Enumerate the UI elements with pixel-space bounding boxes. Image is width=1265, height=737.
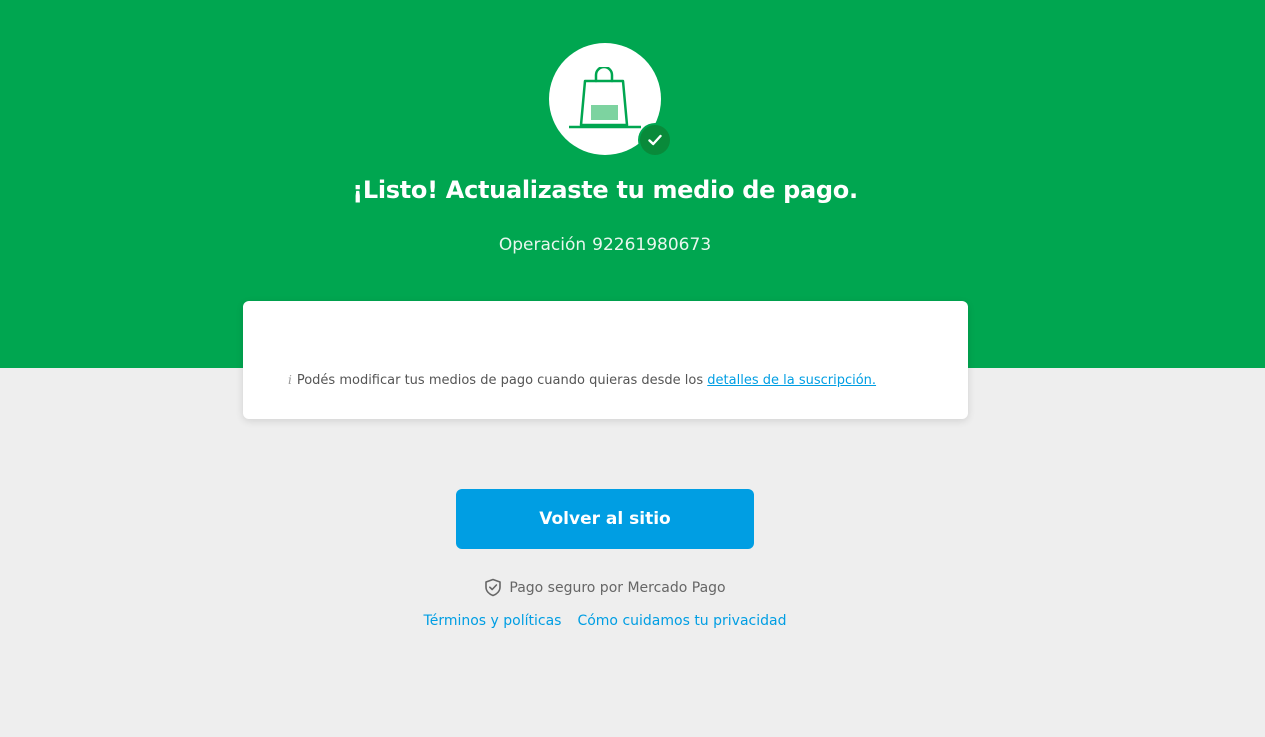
- terms-link[interactable]: Términos y políticas: [424, 613, 562, 629]
- secure-payment-note: Pago seguro por Mercado Pago: [0, 578, 1210, 597]
- success-badge: [638, 123, 672, 157]
- info-card: i Podés modificar tus medios de pago cuan…: [243, 301, 968, 419]
- operation-label: Operación: [498, 235, 587, 255]
- shopping-bag-icon: [569, 67, 641, 129]
- info-text: Podés modificar tus medios de pago cuand…: [296, 373, 708, 388]
- back-to-site-button[interactable]: Volver al sitio: [456, 489, 754, 549]
- operation-number: Operación 92261980673: [0, 235, 1210, 255]
- page: ¡Listo! Actualizaste tu medio de pago. O…: [0, 0, 1265, 737]
- info-icon: i: [288, 373, 292, 387]
- privacy-link[interactable]: Cómo cuidamos tu privacidad: [577, 613, 786, 629]
- footer-links: Términos y políticas Cómo cuidamos tu pr…: [0, 613, 1210, 629]
- check-icon: [648, 134, 662, 146]
- shield-check-icon: [485, 578, 502, 597]
- page-title: ¡Listo! Actualizaste tu medio de pago.: [352, 176, 858, 204]
- info-message: i Podés modificar tus medios de pago cuan…: [288, 373, 876, 388]
- secure-payment-text: Pago seguro por Mercado Pago: [509, 579, 726, 596]
- operation-value: 92261980673: [592, 235, 712, 255]
- subscription-details-link[interactable]: detalles de la suscripción.: [707, 373, 876, 388]
